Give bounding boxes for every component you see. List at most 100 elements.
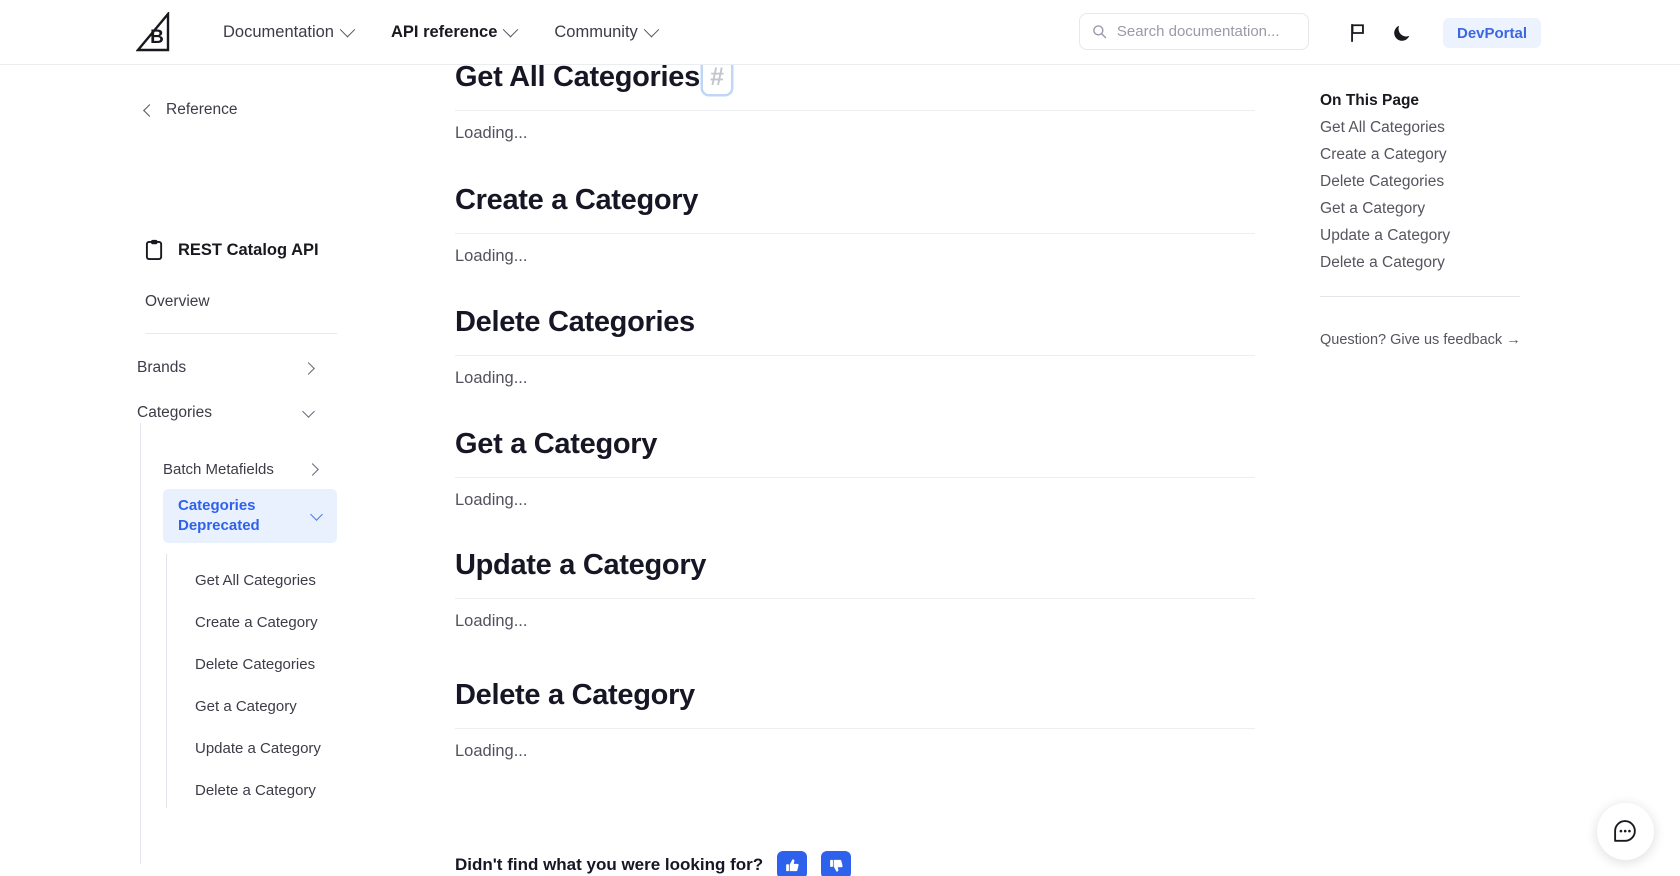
- chat-bubble-icon: [1614, 820, 1636, 842]
- chevron-left-icon: [143, 103, 156, 117]
- sidebar-group-label: Brands: [137, 359, 187, 376]
- main-content: Categories (deprecated) Get All Categori…: [360, 65, 1320, 876]
- search-box[interactable]: [1079, 13, 1309, 50]
- section-heading: Delete Categories: [455, 305, 1255, 339]
- chevron-down-icon: [310, 507, 323, 521]
- chevron-down-icon: [503, 21, 519, 38]
- flag-button[interactable]: [1343, 19, 1371, 47]
- sidebar-active-label: Categories Deprecated: [178, 496, 260, 537]
- nav-item-label: Documentation: [223, 23, 334, 41]
- section-loading-text: Loading...: [455, 491, 528, 509]
- bigcommerce-logo[interactable]: B: [136, 12, 170, 52]
- section-rule: [455, 110, 1255, 111]
- moon-icon: [1394, 25, 1410, 41]
- section-rule: [455, 598, 1255, 599]
- section-heading: Get a Category: [455, 427, 1255, 461]
- sidebar-group-label: Categories: [137, 404, 212, 421]
- thumbs-up-icon: [785, 858, 799, 871]
- sidebar-group-brands[interactable]: Brands: [137, 350, 337, 386]
- theme-toggle-button[interactable]: [1388, 19, 1416, 47]
- section-heading-text: Get a Category: [455, 427, 658, 460]
- sidebar-leaf-rail: [166, 554, 167, 808]
- sidebar-item-delete-categories[interactable]: Delete Categories: [195, 652, 315, 676]
- section-heading: Update a Category: [455, 548, 1255, 582]
- sidebar-api-title-label: REST Catalog API: [178, 240, 319, 259]
- sidebar-item-get-a-category[interactable]: Get a Category: [195, 694, 297, 718]
- thumbs-down-icon: [829, 859, 843, 872]
- nav-item-label: API reference: [390, 23, 498, 41]
- sidebar-item-overview[interactable]: Overview: [145, 293, 210, 311]
- sidebar-item-update-a-category[interactable]: Update a Category: [195, 736, 321, 760]
- sidebar-api-title: REST Catalog API: [145, 239, 319, 261]
- section-loading-text: Loading...: [455, 247, 528, 265]
- sidebar-item-get-all-categories[interactable]: Get All Categories: [195, 568, 316, 592]
- clipboard-icon: [145, 239, 163, 260]
- section-heading: Delete a Category: [455, 678, 1255, 712]
- left-sidebar: Reference REST Catalog API Overview Bran…: [0, 65, 360, 876]
- section-heading: Get All Categories #: [455, 65, 1255, 94]
- top-navigation-bar: B Documentation API reference Community: [0, 0, 1680, 65]
- section-loading-text: Loading...: [455, 369, 528, 387]
- give-feedback-link[interactable]: Question? Give us feedback →: [1320, 332, 1521, 348]
- section-rule: [455, 233, 1255, 234]
- anchor-link-icon[interactable]: [701, 183, 729, 217]
- anchor-link-icon[interactable]: #: [702, 65, 731, 94]
- sidebar-item-delete-a-category[interactable]: Delete a Category: [195, 778, 316, 802]
- section-heading-text: Delete Categories: [455, 305, 695, 338]
- nav-item-documentation[interactable]: Documentation: [204, 13, 372, 53]
- chevron-down-icon: [643, 21, 660, 38]
- section-loading-text: Loading...: [455, 742, 528, 760]
- chat-widget-button[interactable]: [1597, 803, 1654, 860]
- section-rule: [455, 477, 1255, 478]
- chevron-down-icon: [302, 404, 315, 418]
- section-heading-text: Get All Categories: [455, 65, 700, 93]
- section-delete-categories: Delete Categories Loading...: [455, 305, 1255, 388]
- toc-link-delete-categories[interactable]: Delete Categories: [1320, 171, 1444, 193]
- sidebar-active-label-line2: Deprecated: [178, 517, 260, 534]
- sidebar-item-batch-metafields[interactable]: Batch Metafields: [163, 451, 337, 487]
- chevron-right-icon: [306, 462, 319, 476]
- toc-link-delete-a-category[interactable]: Delete a Category: [1320, 252, 1445, 274]
- section-loading-text: Loading...: [455, 612, 528, 630]
- section-update-a-category: Update a Category Loading...: [455, 548, 1255, 631]
- section-heading: Create a Category: [455, 183, 1255, 217]
- flag-icon: [1350, 23, 1364, 43]
- sidebar-item-create-a-category[interactable]: Create a Category: [195, 610, 318, 634]
- right-sidebar-on-this-page: On This Page Get All Categories Create a…: [1320, 65, 1680, 876]
- sidebar-item-categories-deprecated[interactable]: Categories Deprecated: [163, 489, 337, 543]
- nav-item-api-reference[interactable]: API reference: [372, 13, 535, 53]
- sidebar-back-reference[interactable]: Reference: [143, 101, 238, 119]
- devportal-button[interactable]: DevPortal: [1443, 18, 1542, 48]
- sidebar-indent-rail: [140, 423, 141, 864]
- primary-nav-links: Documentation API reference Community: [204, 0, 676, 65]
- section-heading-text: Update a Category: [455, 548, 707, 581]
- section-heading-text: Create a Category: [455, 183, 699, 216]
- feedback-prompt-row: Didn't find what you were looking for?: [455, 851, 852, 876]
- nav-item-community[interactable]: Community: [535, 13, 675, 53]
- sidebar-back-label: Reference: [166, 101, 238, 118]
- sidebar-active-label-line1: Categories: [178, 496, 256, 514]
- section-get-a-category: Get a Category Loading...: [455, 427, 1255, 510]
- section-get-all-categories: Get All Categories # Loading...: [455, 65, 1255, 143]
- anchor-link-icon[interactable]: [698, 678, 726, 712]
- toc-link-update-a-category[interactable]: Update a Category: [1320, 225, 1450, 247]
- toc-link-create-a-category[interactable]: Create a Category: [1320, 144, 1447, 166]
- anchor-link-icon[interactable]: [698, 305, 726, 339]
- section-loading-text: Loading...: [455, 124, 528, 142]
- nav-item-label: Community: [554, 23, 638, 41]
- toc-link-get-a-category[interactable]: Get a Category: [1320, 198, 1425, 220]
- on-this-page-title: On This Page: [1320, 92, 1420, 109]
- chevron-right-icon: [302, 361, 315, 375]
- anchor-link-icon[interactable]: [660, 427, 688, 461]
- feedback-yes-button[interactable]: [777, 851, 808, 876]
- right-sidebar-divider: [1320, 296, 1520, 297]
- section-heading-text: Delete a Category: [455, 678, 695, 711]
- sidebar-group-categories[interactable]: Categories: [137, 395, 337, 431]
- search-icon: [1093, 25, 1107, 39]
- search-input[interactable]: [1116, 23, 1296, 40]
- section-delete-a-category: Delete a Category Loading...: [455, 678, 1255, 761]
- section-create-a-category: Create a Category Loading...: [455, 183, 1255, 266]
- anchor-link-icon[interactable]: [709, 548, 737, 582]
- toc-link-get-all-categories[interactable]: Get All Categories: [1320, 117, 1445, 139]
- feedback-no-button[interactable]: [821, 851, 852, 876]
